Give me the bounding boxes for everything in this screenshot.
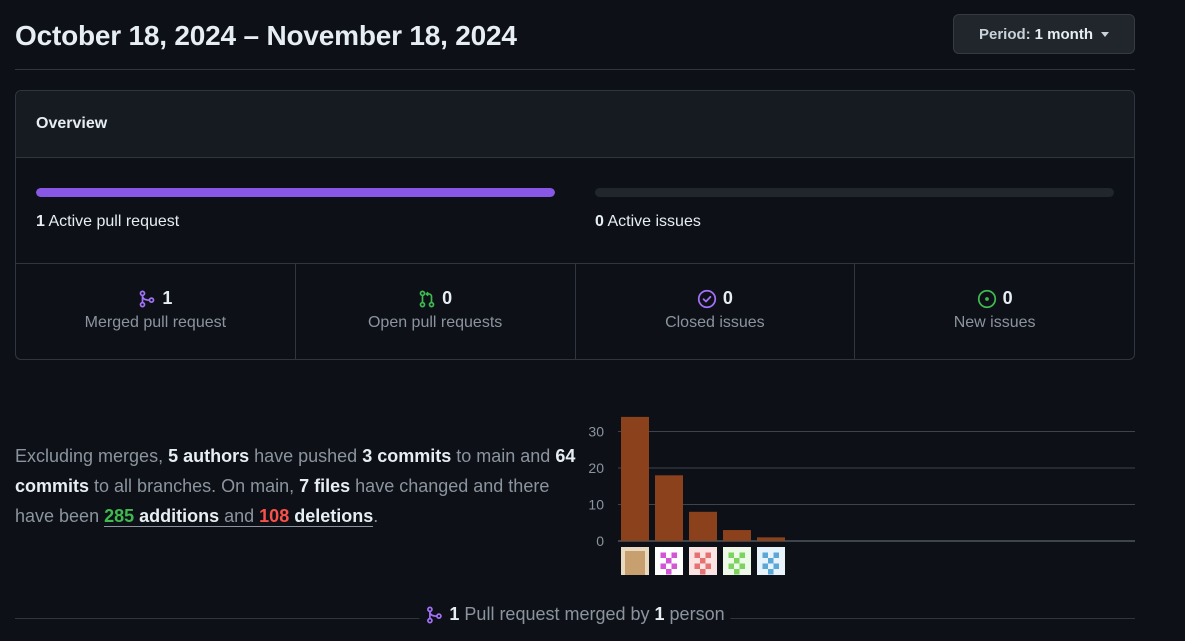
summary-text: and: [219, 506, 260, 526]
avatar-identicon-cell: [728, 552, 734, 558]
merged-count: 1: [162, 288, 173, 308]
avatar-identicon-cell: [768, 558, 774, 564]
open-label: Open pull requests: [367, 314, 503, 331]
commit-bar[interactable]: [621, 416, 649, 541]
period-dropdown-button[interactable]: Period: 1 month: [953, 14, 1135, 54]
y-tick-label: 30: [588, 424, 604, 440]
period-label: Period:: [978, 25, 1031, 43]
avatar-identicon-cell: [694, 563, 700, 569]
additions-link[interactable]: 285 additions and 108 deletions: [104, 506, 374, 527]
new-label: New issues: [953, 314, 1036, 331]
files-count: 7 files: [299, 476, 351, 496]
merged-prs-summary[interactable]: 1 Pull request merged by 1 person: [419, 604, 731, 625]
caret-down-icon: [1101, 31, 1110, 37]
avatar-identicon-cell: [739, 563, 745, 569]
pull-request-progress-fill: [36, 188, 555, 197]
commits-by-author-chart: 0 10 20 30: [588, 416, 1135, 575]
period-value: 1 month: [1034, 25, 1094, 43]
merged-label: Merged pull request: [84, 314, 227, 331]
additions-count: 285: [104, 506, 135, 526]
active-issues-label: 0 Active issues: [595, 213, 1114, 231]
active-issues-summary[interactable]: 0 Active issues: [595, 188, 1114, 231]
overview-stats: 1 Merged pull request 0 Open pull reques…: [16, 264, 1134, 359]
avatar-identicon-cell: [705, 552, 711, 558]
stat-new-issues[interactable]: 0 New issues: [855, 264, 1134, 359]
avatar-identicon-cell: [773, 563, 779, 569]
overview-title: Overview: [16, 91, 1134, 158]
overview-progress: 1 Active pull request 0 Active issues: [16, 158, 1134, 264]
author-avatar-photo: [625, 551, 645, 575]
avatar-identicon-cell: [768, 569, 774, 575]
stat-merged-pull-requests[interactable]: 1 Merged pull request: [16, 264, 296, 359]
active-pull-requests-count: 1: [36, 213, 45, 230]
overview-panel: Overview 1 Active pull request 0 Active …: [15, 90, 1135, 360]
avatar-identicon-cell: [666, 569, 672, 575]
additions-word: additions: [134, 506, 220, 526]
y-tick-label: 10: [588, 497, 604, 513]
issues-progress-track: [595, 188, 1114, 197]
commits-main-count: 3 commits: [362, 446, 452, 466]
stat-open-pull-requests[interactable]: 0 Open pull requests: [296, 264, 576, 359]
active-pull-requests-text: Active pull request: [48, 213, 180, 230]
avatar-identicon-cell: [705, 563, 711, 569]
deletions-count: 108: [259, 506, 290, 526]
open-count: 0: [442, 288, 453, 308]
avatar-identicon-cell: [734, 569, 740, 575]
avatar-identicon-cell: [671, 552, 677, 558]
merged-prs-count: 1: [449, 604, 460, 624]
avatar-identicon-cell: [739, 552, 745, 558]
avatar-identicon-cell: [700, 569, 706, 575]
commit-bar[interactable]: [757, 537, 785, 541]
summary-text: to all branches. On main,: [89, 476, 300, 496]
avatar-identicon-cell: [728, 563, 734, 569]
pulse-page: October 18, 2024 – November 18, 2024 Per…: [0, 0, 1185, 641]
active-issues-count: 0: [595, 213, 604, 230]
merged-prs-footer: 1 Pull request merged by 1 person: [15, 600, 1135, 630]
avatar-identicon-cell: [660, 563, 666, 569]
stat-closed-issues[interactable]: 0 Closed issues: [576, 264, 856, 359]
git-merge-icon: [427, 606, 442, 623]
avatar-identicon-cell: [762, 563, 768, 569]
git-pull-request-icon: [419, 290, 435, 307]
git-merge-icon: [139, 290, 155, 307]
avatar-identicon-cell: [671, 563, 677, 569]
pull-request-progress-track: [36, 188, 555, 197]
summary-text: .: [373, 506, 379, 526]
closed-count: 0: [722, 288, 733, 308]
avatar-identicon-cell: [700, 558, 706, 564]
new-count: 0: [1002, 288, 1013, 308]
avatar-identicon-cell: [660, 552, 666, 558]
summary-text: Excluding merges,: [15, 446, 169, 466]
avatar-identicon-cell: [734, 558, 740, 564]
active-pull-requests-label: 1 Active pull request: [36, 213, 555, 231]
footer-text: Pull request merged by: [459, 604, 655, 624]
summary-text: to main and: [451, 446, 556, 466]
active-pull-requests-summary[interactable]: 1 Active pull request: [36, 188, 555, 231]
avatar-identicon-cell: [762, 552, 768, 558]
pulse-header: October 18, 2024 – November 18, 2024 Per…: [15, 0, 1135, 70]
date-range-title: October 18, 2024 – November 18, 2024: [15, 20, 517, 51]
commit-bar[interactable]: [655, 475, 683, 541]
merged-people-count: 1: [654, 604, 665, 624]
commit-bar[interactable]: [723, 530, 751, 541]
active-issues-text: Active issues: [607, 213, 701, 230]
closed-label: Closed issues: [665, 314, 765, 331]
issue-closed-icon: [697, 289, 716, 308]
summary-text: have pushed: [249, 446, 363, 466]
y-tick-label: 0: [596, 533, 604, 549]
deletions-word: deletions: [289, 506, 374, 526]
avatar-identicon-cell: [773, 552, 779, 558]
avatar-identicon-cell: [694, 552, 700, 558]
commit-bar[interactable]: [689, 511, 717, 541]
avatar-identicon-cell: [666, 558, 672, 564]
authors-count: 5 authors: [168, 446, 250, 466]
footer-text: person: [664, 604, 725, 624]
y-tick-label: 20: [588, 460, 604, 476]
issue-opened-icon: [977, 289, 996, 308]
commit-summary: Excluding merges, 5 authors have pushed …: [15, 441, 585, 531]
